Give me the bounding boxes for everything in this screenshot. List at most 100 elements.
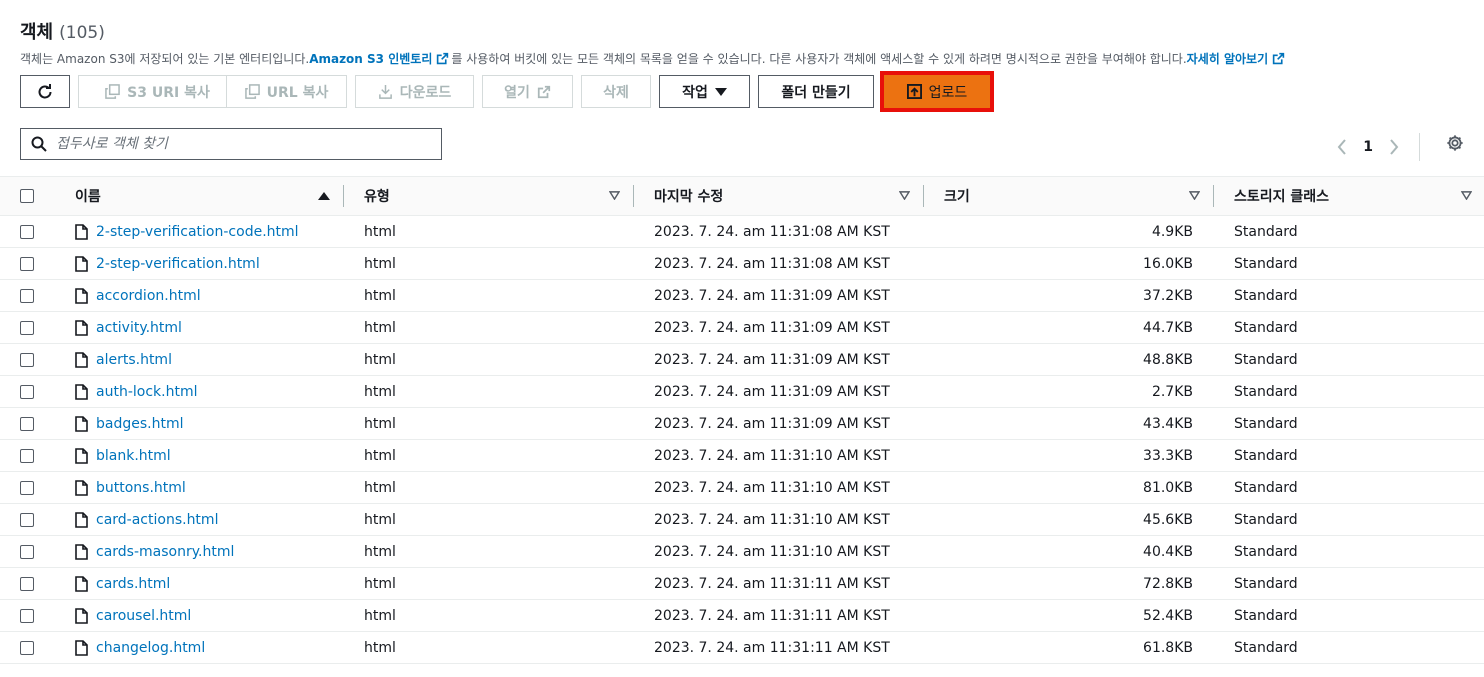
object-name-cell: alerts.html — [75, 344, 172, 375]
object-storage-class: Standard — [1234, 351, 1298, 368]
table-row[interactable]: badges.html html 2023. 7. 24. am 11:31:09 … — [0, 408, 1484, 440]
sort-ascending-icon — [318, 192, 330, 200]
create-folder-button[interactable]: 폴더 만들기 — [758, 75, 874, 108]
sort-caret-icon — [1189, 191, 1200, 200]
object-name-link[interactable]: badges.html — [96, 416, 184, 432]
select-all-checkbox[interactable] — [20, 189, 34, 203]
object-last-modified: 2023. 7. 24. am 11:31:11 AM KST — [654, 639, 890, 656]
object-count: (105) — [59, 23, 105, 43]
copy-s3-uri-button[interactable]: S3 URI 복사 — [78, 75, 237, 108]
object-name-cell: auth-lock.html — [75, 376, 197, 407]
delete-button[interactable]: 삭제 — [581, 75, 651, 108]
file-icon — [75, 351, 88, 368]
file-icon — [75, 223, 88, 240]
row-checkbox[interactable] — [20, 640, 34, 655]
row-checkbox[interactable] — [20, 256, 34, 271]
object-last-modified: 2023. 7. 24. am 11:31:09 AM KST — [654, 383, 890, 400]
row-checkbox[interactable] — [20, 352, 34, 367]
row-checkbox[interactable] — [20, 608, 34, 623]
file-icon — [75, 639, 88, 656]
object-name-link[interactable]: 2-step-verification-code.html — [96, 224, 299, 240]
object-type: html — [364, 575, 396, 592]
object-last-modified: 2023. 7. 24. am 11:31:09 AM KST — [654, 287, 890, 304]
learn-more-link[interactable]: 자세히 알아보기 — [1187, 50, 1287, 67]
object-name-link[interactable]: accordion.html — [96, 288, 201, 304]
column-header-size[interactable]: 크기 — [944, 177, 1214, 215]
object-storage-class: Standard — [1234, 607, 1298, 624]
row-select-cell — [20, 600, 34, 631]
row-checkbox[interactable] — [20, 544, 34, 559]
object-last-modified: 2023. 7. 24. am 11:31:10 AM KST — [654, 479, 890, 496]
upload-button[interactable]: 업로드 — [880, 71, 994, 112]
object-name-cell: badges.html — [75, 408, 184, 439]
description-text-1: 객체는 Amazon S3에 저장되어 있는 기본 엔터티입니다. — [20, 52, 310, 66]
row-checkbox[interactable] — [20, 512, 34, 527]
download-button[interactable]: 다운로드 — [355, 75, 474, 108]
object-name-cell: card-actions.html — [75, 504, 218, 535]
table-row[interactable]: alerts.html html 2023. 7. 24. am 11:31:09 … — [0, 344, 1484, 376]
object-type: html — [364, 319, 396, 336]
actions-dropdown[interactable]: 작업 — [659, 75, 750, 108]
gear-icon[interactable] — [1446, 134, 1464, 152]
column-header-name[interactable]: 이름 — [75, 177, 344, 215]
row-checkbox[interactable] — [20, 384, 34, 399]
object-name-link[interactable]: auth-lock.html — [96, 384, 197, 400]
object-name-link[interactable]: carousel.html — [96, 608, 191, 624]
table-row[interactable]: auth-lock.html html 2023. 7. 24. am 11:31:… — [0, 376, 1484, 408]
table-row[interactable]: card-actions.html html 2023. 7. 24. am 11:… — [0, 504, 1484, 536]
copy-url-button[interactable]: URL 복사 — [226, 75, 347, 108]
table-row[interactable]: accordion.html html 2023. 7. 24. am 11:31:… — [0, 280, 1484, 312]
object-name-link[interactable]: 2-step-verification.html — [96, 256, 260, 272]
object-name-link[interactable]: blank.html — [96, 448, 171, 464]
object-name-link[interactable]: activity.html — [96, 320, 182, 336]
file-icon — [75, 607, 88, 624]
object-name-link[interactable]: buttons.html — [96, 480, 186, 496]
row-checkbox[interactable] — [20, 416, 34, 431]
table-row[interactable]: carousel.html html 2023. 7. 24. am 11:31:1… — [0, 600, 1484, 632]
object-name-link[interactable]: cards.html — [96, 576, 170, 592]
table-row[interactable]: changelog.html html 2023. 7. 24. am 11:31:… — [0, 632, 1484, 664]
table-row[interactable]: activity.html html 2023. 7. 24. am 11:31:0… — [0, 312, 1484, 344]
object-name-cell: carousel.html — [75, 600, 191, 631]
current-page[interactable]: 1 — [1363, 139, 1373, 155]
row-checkbox[interactable] — [20, 320, 34, 335]
object-last-modified: 2023. 7. 24. am 11:31:10 AM KST — [654, 447, 890, 464]
upload-label: 업로드 — [928, 84, 968, 101]
object-name-link[interactable]: alerts.html — [96, 352, 172, 368]
column-divider — [923, 185, 924, 207]
chevron-right-icon[interactable] — [1389, 139, 1399, 155]
refresh-icon — [38, 83, 52, 98]
object-name-link[interactable]: cards-masonry.html — [96, 544, 234, 560]
table-row[interactable]: cards.html html 2023. 7. 24. am 11:31:11 A… — [0, 568, 1484, 600]
row-select-cell — [20, 440, 34, 471]
object-storage-class: Standard — [1234, 319, 1298, 336]
column-header-type[interactable]: 유형 — [364, 177, 634, 215]
object-last-modified: 2023. 7. 24. am 11:31:09 AM KST — [654, 415, 890, 432]
row-checkbox[interactable] — [20, 480, 34, 495]
row-checkbox[interactable] — [20, 288, 34, 303]
row-checkbox[interactable] — [20, 576, 34, 591]
row-checkbox[interactable] — [20, 448, 34, 463]
object-type: html — [364, 511, 396, 528]
file-icon — [75, 511, 88, 528]
search-input[interactable] — [56, 136, 441, 152]
open-button[interactable]: 열기 — [482, 75, 573, 108]
table-row[interactable]: 2-step-verification.html html 2023. 7. 24.… — [0, 248, 1484, 280]
inventory-link[interactable]: Amazon S3 인벤토리 — [309, 50, 451, 67]
chevron-left-icon[interactable] — [1337, 139, 1347, 155]
object-name-cell: changelog.html — [75, 632, 205, 663]
row-checkbox[interactable] — [20, 224, 34, 239]
refresh-button[interactable] — [20, 75, 70, 108]
file-icon — [75, 479, 88, 496]
table-row[interactable]: buttons.html html 2023. 7. 24. am 11:31:10… — [0, 472, 1484, 504]
learn-more-label: 자세히 알아보기 — [1186, 52, 1269, 66]
object-name-link[interactable]: card-actions.html — [96, 512, 218, 528]
table-row[interactable]: cards-masonry.html html 2023. 7. 24. am 11… — [0, 536, 1484, 568]
object-name-link[interactable]: changelog.html — [96, 640, 205, 656]
column-header-storage-class[interactable]: 스토리지 클래스 — [1234, 177, 1484, 215]
column-header-last-modified[interactable]: 마지막 수정 — [654, 177, 924, 215]
table-row[interactable]: 2-step-verification-code.html html 2023. 7… — [0, 216, 1484, 248]
object-last-modified: 2023. 7. 24. am 11:31:10 AM KST — [654, 511, 890, 528]
object-name-cell: blank.html — [75, 440, 171, 471]
table-row[interactable]: blank.html html 2023. 7. 24. am 11:31:10 A… — [0, 440, 1484, 472]
